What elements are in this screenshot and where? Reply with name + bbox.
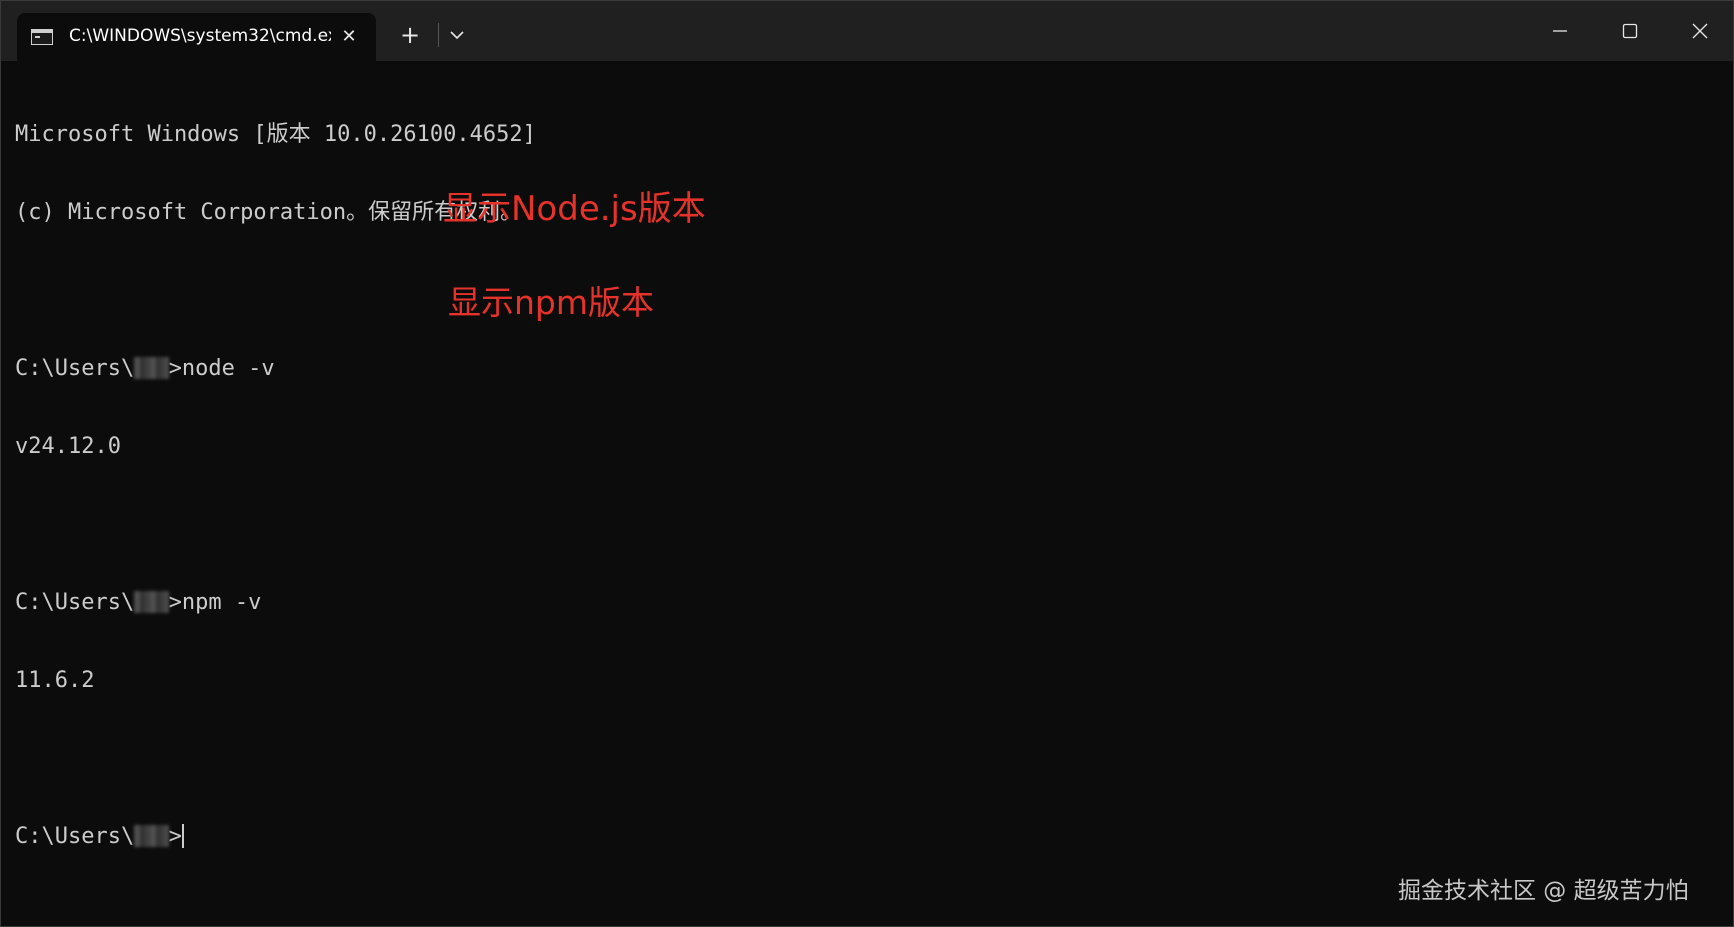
tab-divider <box>438 23 439 47</box>
terminal-icon <box>31 29 53 45</box>
terminal-output[interactable]: Microsoft Windows [版本 10.0.26100.4652] (… <box>15 71 1715 901</box>
annotation-node-version: 显示Node.js版本 <box>443 189 706 229</box>
output-npm-version: 11.6.2 <box>15 668 95 693</box>
header-line-version: Microsoft Windows [版本 10.0.26100.4652] <box>15 122 536 147</box>
prompt-symbol: > <box>168 590 182 615</box>
prompt-line-npm: C:\Users\ >npm -v <box>15 589 1715 617</box>
minimize-button[interactable] <box>1525 1 1595 61</box>
prompt-path: C:\Users\ <box>15 590 135 615</box>
redacted-username <box>134 825 169 847</box>
redacted-username <box>134 591 169 613</box>
close-icon <box>1692 23 1708 39</box>
prompt-path: C:\Users\ <box>15 356 135 381</box>
minimize-icon <box>1553 30 1567 32</box>
chevron-down-icon[interactable] <box>441 19 473 51</box>
maximize-icon <box>1622 23 1638 39</box>
scrollbar-track[interactable] <box>1729 61 1733 926</box>
command-text: npm -v <box>181 590 262 615</box>
title-bar[interactable]: C:\WINDOWS\system32\cmd.exe ✕ + <box>1 1 1733 61</box>
prompt-line-node: C:\Users\ >node -v <box>15 355 1715 383</box>
maximize-button[interactable] <box>1595 1 1665 61</box>
new-tab-button[interactable]: + <box>394 19 426 51</box>
output-node-version: v24.12.0 <box>15 434 121 459</box>
prompt-path: C:\Users\ <box>15 824 135 849</box>
tab-cmd[interactable]: C:\WINDOWS\system32\cmd.exe ✕ <box>17 13 376 61</box>
prompt-line-current[interactable]: C:\Users\ > <box>15 823 1715 851</box>
text-cursor <box>181 824 184 848</box>
header-line-copyright: (c) Microsoft Corporation。保留所有权利。 <box>15 200 523 225</box>
tab-title: C:\WINDOWS\system32\cmd.exe <box>69 26 331 46</box>
redacted-username <box>134 357 169 379</box>
command-text: node -v <box>181 356 275 381</box>
prompt-symbol: > <box>168 356 182 381</box>
annotation-npm-version: 显示npm版本 <box>448 283 655 322</box>
close-window-button[interactable] <box>1665 1 1733 61</box>
prompt-symbol: > <box>168 824 182 849</box>
close-tab-icon[interactable]: ✕ <box>335 23 363 51</box>
watermark: 掘金技术社区 @ 超级苦力怕 <box>1398 878 1689 904</box>
terminal-window: C:\WINDOWS\system32\cmd.exe ✕ + Microsof… <box>0 0 1734 927</box>
